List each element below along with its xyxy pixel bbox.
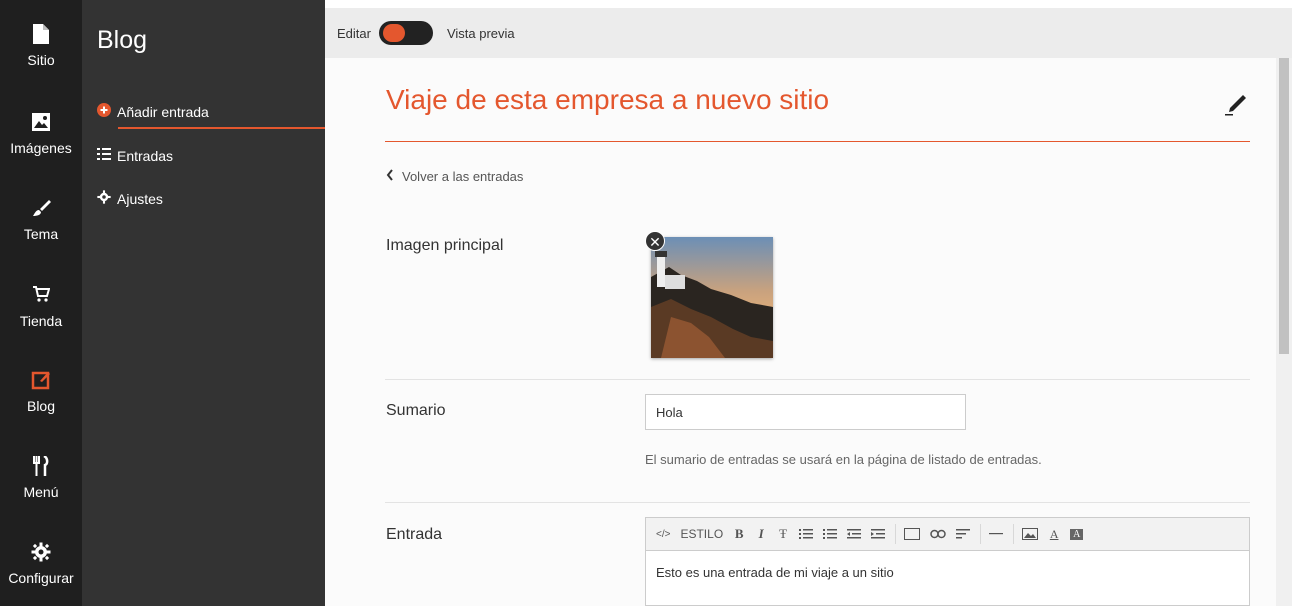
source-code-button[interactable]: </>: [652, 523, 674, 545]
top-strip: [325, 0, 1292, 8]
indent-icon: [871, 529, 886, 539]
cart-icon: [0, 285, 82, 307]
bold-button[interactable]: B: [729, 523, 749, 545]
gear-icon: [0, 542, 82, 564]
toolbar-separator: [1013, 524, 1015, 544]
image-icon: [0, 112, 82, 134]
rail-item-imagenes[interactable]: Imágenes: [0, 112, 82, 156]
text-color-button[interactable]: A: [1044, 523, 1064, 545]
post-title[interactable]: Viaje de esta empresa a nuevo sitio: [386, 84, 829, 116]
rail-item-tienda[interactable]: Tienda: [0, 285, 82, 329]
section-divider: [385, 379, 1250, 380]
section-divider: [385, 502, 1250, 503]
entry-label: Entrada: [386, 526, 443, 543]
align-button[interactable]: [952, 523, 974, 545]
close-icon: ✕: [649, 234, 661, 250]
rail-item-tema[interactable]: Tema: [0, 198, 82, 242]
style-dropdown[interactable]: ESTILO: [676, 523, 727, 545]
align-left-icon: [956, 529, 971, 539]
gear-icon: [97, 190, 111, 207]
toolbar-separator: [895, 524, 897, 544]
bullet-list-button[interactable]: [795, 523, 817, 545]
strikethrough-button[interactable]: Ŧ: [773, 523, 793, 545]
box-icon: [904, 528, 921, 540]
rich-text-editor[interactable]: </> ESTILO B I Ŧ A A Esto es una entrada…: [645, 517, 1250, 606]
list-icon: [97, 147, 111, 164]
sidebar-item-label: Entradas: [117, 147, 174, 164]
blog-sidebar: Blog: [82, 0, 325, 606]
rail-label: Imágenes: [10, 140, 72, 156]
bullet-list-icon: [799, 529, 814, 539]
sidebar-item-label: Ajustes: [117, 190, 163, 207]
fork-knife-icon: [0, 456, 82, 478]
sidebar-item-label: Añadir entrada: [117, 103, 209, 120]
link-button[interactable]: [926, 523, 950, 545]
editor-body[interactable]: Esto es una entrada de mi viaje a un sit…: [646, 551, 1249, 594]
sidebar-item-settings[interactable]: Ajustes: [97, 190, 163, 207]
chevron-left-icon: [386, 169, 394, 184]
back-to-entries-link[interactable]: Volver a las entradas: [386, 169, 523, 184]
background-color-button[interactable]: A: [1066, 523, 1087, 545]
italic-button[interactable]: I: [751, 523, 771, 545]
numbered-list-button[interactable]: [819, 523, 841, 545]
numbered-list-icon: [823, 529, 838, 539]
link-icon: [930, 529, 946, 539]
image-icon: [1022, 528, 1039, 540]
outdent-button[interactable]: [843, 523, 865, 545]
insert-image-button[interactable]: [1018, 523, 1042, 545]
scrollbar-thumb[interactable]: [1279, 58, 1289, 354]
editor-toolbar: </> ESTILO B I Ŧ A A: [646, 518, 1249, 551]
preview-mode-label: Vista previa: [446, 25, 515, 41]
rail-label: Blog: [26, 398, 56, 414]
summary-label: Sumario: [386, 402, 446, 419]
summary-input[interactable]: [645, 394, 966, 430]
pencil-icon[interactable]: [1224, 90, 1250, 121]
title-divider: [385, 141, 1250, 142]
edit-square-icon: [0, 370, 82, 392]
outdent-icon: [847, 529, 862, 539]
rail-item-sitio[interactable]: Sitio: [0, 24, 82, 68]
file-icon: [0, 24, 82, 46]
indent-button[interactable]: [867, 523, 889, 545]
edit-mode-label: Editar: [337, 25, 371, 41]
main-image-label: Imagen principal: [386, 237, 504, 254]
toggle-knob: [382, 24, 405, 42]
horizontal-rule-button[interactable]: [985, 523, 1007, 545]
rail-label: Menú: [23, 484, 59, 500]
mode-bar: Editar Vista previa: [325, 8, 1292, 58]
summary-help-text: El sumario de entradas se usará en la pá…: [645, 452, 1042, 467]
sidebar-item-add-entry[interactable]: Añadir entrada: [97, 103, 209, 120]
horizontal-rule-icon: [989, 533, 1004, 535]
brush-icon: [0, 198, 82, 220]
active-underline: [118, 127, 325, 129]
rail-item-configurar[interactable]: Configurar: [0, 542, 82, 586]
sidebar-item-entries[interactable]: Entradas: [97, 147, 173, 164]
rail-label: Tema: [23, 226, 59, 242]
rail-label: Tienda: [19, 313, 63, 329]
toolbar-separator: [980, 524, 982, 544]
rail-item-menu[interactable]: Menú: [0, 456, 82, 500]
rail-label: Sitio: [27, 52, 55, 68]
back-link-label: Volver a las entradas: [402, 169, 524, 184]
highlight-icon: A: [1070, 528, 1084, 540]
table-button[interactable]: [900, 523, 924, 545]
plus-circle-icon: [97, 103, 111, 120]
sidebar-title: Blog: [97, 26, 148, 54]
vertical-scrollbar[interactable]: [1276, 58, 1292, 606]
icon-rail: Sitio Imágenes Tema Tienda Blog Menú Con…: [0, 0, 82, 606]
edit-preview-toggle[interactable]: [378, 21, 433, 45]
main-image-thumbnail[interactable]: [651, 237, 773, 358]
rail-label: Configurar: [8, 570, 74, 586]
rail-item-blog[interactable]: Blog: [0, 370, 82, 414]
remove-image-button[interactable]: ✕: [645, 231, 665, 251]
